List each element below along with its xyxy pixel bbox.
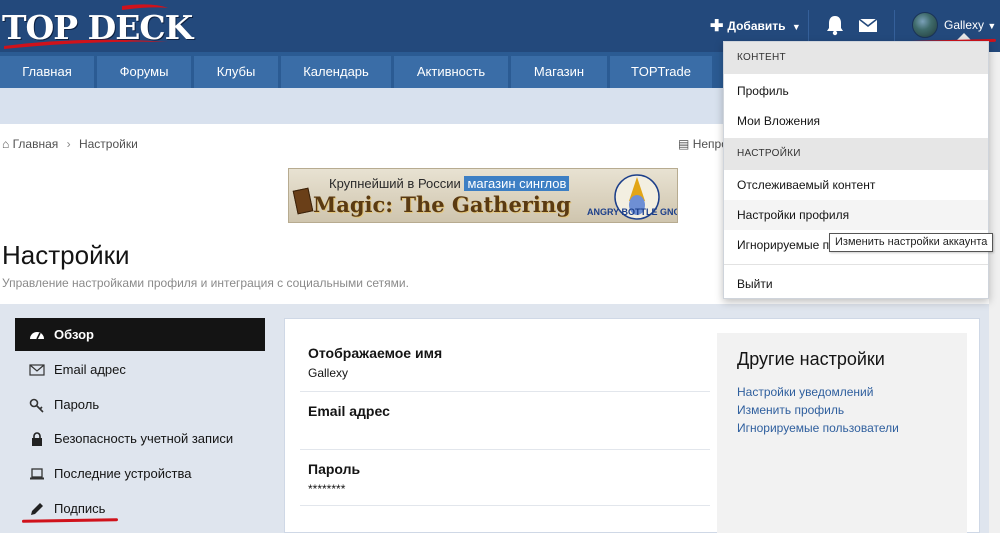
- menu-header-content: КОНТЕНТ: [724, 42, 988, 74]
- pencil-icon: [31, 503, 43, 515]
- field-label: Пароль: [308, 461, 361, 477]
- password-field[interactable]: Пароль ********: [308, 461, 360, 496]
- divider: [300, 391, 710, 392]
- sidebar-item-devices[interactable]: Последние устройства: [15, 457, 265, 490]
- user-name: Gallexy ▼: [944, 18, 997, 32]
- sidebar-item-label: Безопасность учетной записи: [54, 431, 234, 446]
- sidebar-item-overview[interactable]: Обзор: [15, 318, 265, 351]
- newspaper-icon: ▤: [678, 137, 690, 151]
- edit-profile-link[interactable]: Изменить профиль: [737, 403, 844, 417]
- ignored-users-link[interactable]: Игнорируемые пользователи: [737, 421, 899, 435]
- breadcrumb-settings[interactable]: Настройки: [79, 137, 138, 151]
- tab-home[interactable]: Главная: [0, 56, 94, 88]
- sidebar-item-security[interactable]: Безопасность учетной записи: [15, 422, 265, 455]
- account-menu: КОНТЕНТ Профиль Мои Вложения НАСТРОЙКИ О…: [723, 41, 989, 299]
- home-icon: ⌂: [2, 137, 10, 151]
- sidebar-item-label: Подпись: [54, 501, 106, 516]
- divider: [724, 264, 988, 265]
- tab-store[interactable]: Магазин: [511, 56, 607, 88]
- other-settings-title: Другие настройки: [737, 349, 885, 369]
- logo-swoosh-icon: [4, 4, 168, 49]
- bell-icon[interactable]: [824, 14, 846, 36]
- page-title: Настройки: [2, 240, 130, 270]
- tab-calendar[interactable]: Календарь: [281, 56, 391, 88]
- email-field[interactable]: Email адрес: [308, 403, 390, 424]
- card-icon: [292, 187, 314, 215]
- tab-clubs[interactable]: Клубы: [194, 56, 278, 88]
- banner-line2: Magic: The Gathering: [313, 192, 571, 217]
- key-icon: [29, 398, 44, 413]
- sidebar-item-email[interactable]: Email адрес: [15, 353, 265, 386]
- dashboard-icon: [30, 332, 44, 340]
- menu-item-watched[interactable]: Отслеживаемый контент: [724, 170, 988, 200]
- page-description: Управление настройками профиля и интегра…: [2, 276, 409, 290]
- divider: [300, 505, 710, 506]
- field-value: ********: [308, 482, 346, 496]
- menu-item-profile[interactable]: Профиль: [724, 76, 988, 106]
- header-separator: [808, 10, 809, 42]
- lock-icon: [32, 432, 42, 446]
- field-label: Отображаемое имя: [308, 345, 443, 361]
- sidebar-item-label: Пароль: [54, 397, 100, 412]
- menu-item-attachments[interactable]: Мои Вложения: [724, 106, 988, 136]
- banner-logo-text: ANGRY BOTTLE GNOME: [587, 207, 677, 217]
- tooltip: Изменить настройки аккаунта: [829, 233, 994, 252]
- banner-line1: Крупнейший в России магазин синглов: [329, 176, 570, 191]
- other-settings-box: Другие настройки Настройки уведомлений И…: [717, 333, 967, 533]
- ad-banner[interactable]: Крупнейший в России магазин синглов Magi…: [288, 168, 678, 223]
- divider: [300, 449, 710, 450]
- unread-link[interactable]: ▤ Непро: [678, 137, 728, 151]
- sidebar-item-label: Email адрес: [54, 362, 126, 377]
- settings-main: Отображаемое имя Gallexy Email адрес Пар…: [284, 318, 980, 533]
- add-label: Добавить: [727, 19, 786, 33]
- site-logo[interactable]: TOP DECK: [2, 2, 193, 50]
- menu-header-settings: НАСТРОЙКИ: [724, 138, 988, 170]
- tab-forums[interactable]: Форумы: [97, 56, 191, 88]
- plus-icon: ✚: [710, 18, 724, 35]
- sidebar-item-label: Последние устройства: [54, 466, 192, 481]
- menu-item-logout[interactable]: Выйти: [724, 269, 988, 299]
- notification-settings-link[interactable]: Настройки уведомлений: [737, 385, 873, 399]
- laptop-icon: [30, 468, 44, 480]
- breadcrumb-home[interactable]: Главная: [13, 137, 59, 151]
- scrollbar[interactable]: [989, 52, 1000, 533]
- chevron-right-icon: ›: [66, 137, 71, 151]
- field-value: Gallexy: [308, 366, 349, 380]
- menu-item-profile-settings[interactable]: Настройки профиля: [724, 200, 988, 230]
- breadcrumb: ⌂ Главная › Настройки: [2, 137, 138, 151]
- sidebar-item-password[interactable]: Пароль: [15, 388, 265, 421]
- display-name-field: Отображаемое имя Gallexy: [308, 345, 442, 380]
- caret-down-icon: ▼: [987, 21, 997, 31]
- avatar: [912, 12, 938, 38]
- tab-activity[interactable]: Активность: [394, 56, 508, 88]
- add-button[interactable]: ✚ Добавить ▼: [710, 16, 801, 36]
- tab-toptrade[interactable]: TOPTrade: [610, 56, 712, 88]
- caret-down-icon: ▼: [791, 22, 801, 32]
- header-separator: [894, 10, 895, 42]
- envelope-icon[interactable]: [857, 14, 879, 36]
- envelope-icon: [29, 364, 45, 376]
- field-label: Email адрес: [308, 403, 390, 419]
- sidebar-item-label: Обзор: [54, 327, 94, 342]
